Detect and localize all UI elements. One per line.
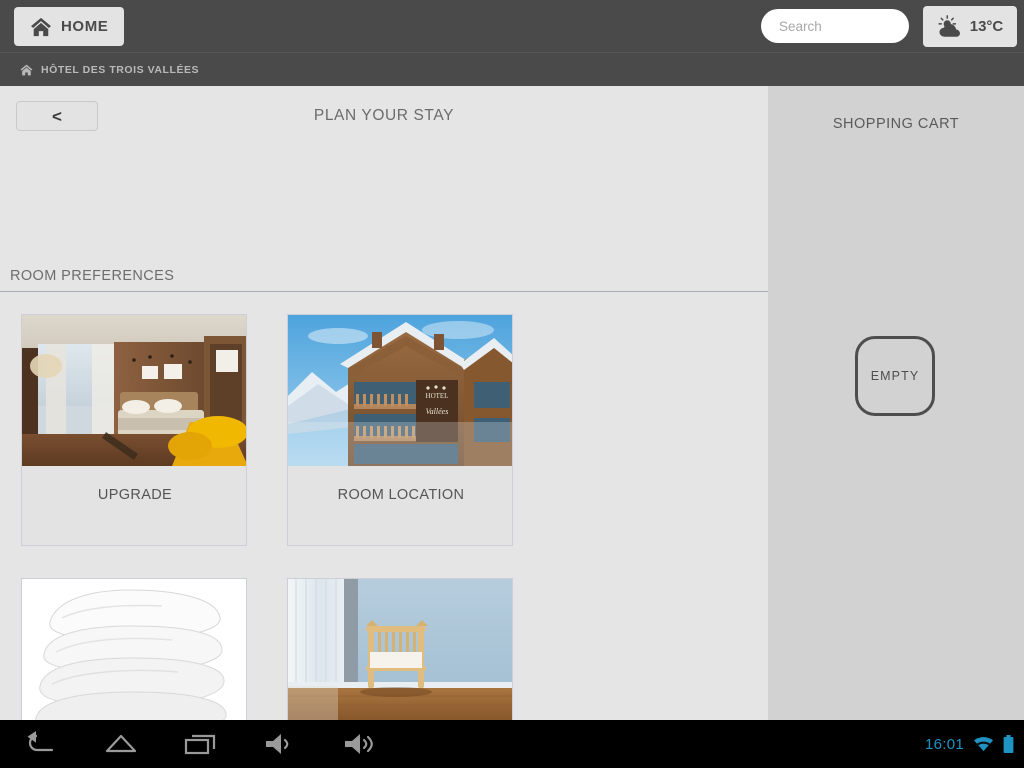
section-heading-room-preferences: ROOM PREFERENCES	[0, 268, 768, 292]
cart-empty-label: EMPTY	[870, 369, 920, 383]
card-pillows[interactable]: PILLOWS Order extra pillows	[21, 578, 247, 720]
card-image-stack-of-white-pillows	[22, 579, 246, 720]
android-navigation-bar: 16:01	[0, 720, 1024, 768]
breadcrumb-bar: HÔTEL DES TROIS VALLÉES	[0, 52, 1024, 127]
card-image-wooden-baby-cot-blue-wall	[288, 579, 512, 720]
card-baby-cot[interactable]: BABY COT	[287, 578, 513, 720]
home-button-label: HOME	[61, 18, 109, 35]
weather-widget[interactable]: 13°C	[923, 6, 1017, 47]
main-content-panel: < PLAN YOUR STAY ROOM PREFERENCES UPGRAD…	[0, 86, 768, 720]
card-image-chalet-exterior-snow: HOTEL Vallées	[288, 315, 512, 466]
home-outline-icon[interactable]	[102, 730, 140, 758]
back-arrow-icon[interactable]	[22, 730, 60, 758]
volume-high-icon[interactable]	[341, 730, 379, 758]
breadcrumb[interactable]: HÔTEL DES TROIS VALLÉES	[20, 53, 199, 87]
sun-behind-cloud-icon	[938, 14, 960, 37]
breadcrumb-label: HÔTEL DES TROIS VALLÉES	[41, 64, 200, 76]
recent-apps-icon[interactable]	[182, 730, 220, 758]
search-input[interactable]	[761, 9, 909, 43]
status-indicators: 16:01	[925, 720, 1014, 768]
preference-card-grid: UPGRADE HOTEL Vallées ROOM LOCATION	[0, 305, 768, 720]
home-button[interactable]: HOME	[14, 7, 124, 46]
svg-text:Vallées: Vallées	[426, 407, 449, 416]
top-bar: HOME 13°C	[0, 0, 1024, 52]
shopping-cart-title: SHOPPING CART	[832, 116, 960, 132]
card-title: ROOM LOCATION	[337, 487, 465, 503]
card-title: UPGRADE	[97, 487, 173, 503]
weather-temperature: 13°C	[969, 18, 1004, 35]
status-clock: 16:01	[924, 735, 964, 753]
wifi-icon	[974, 737, 993, 751]
house-icon	[20, 64, 33, 76]
card-upgrade[interactable]: UPGRADE	[21, 314, 247, 546]
tablet-screen: HOME 13°C HÔTE	[0, 0, 1024, 768]
svg-text:HOTEL: HOTEL	[426, 392, 449, 400]
card-body: ROOM LOCATION	[288, 467, 512, 503]
cart-empty-button[interactable]: EMPTY	[855, 336, 935, 416]
card-image-hotel-room-interior	[22, 315, 246, 466]
volume-low-icon[interactable]	[262, 730, 300, 758]
page-title: PLAN YOUR STAY	[313, 107, 455, 124]
house-icon	[31, 17, 51, 36]
card-body: UPGRADE	[22, 467, 246, 503]
battery-full-icon	[1003, 735, 1014, 753]
card-room-location[interactable]: HOTEL Vallées ROOM LOCATION	[287, 314, 513, 546]
